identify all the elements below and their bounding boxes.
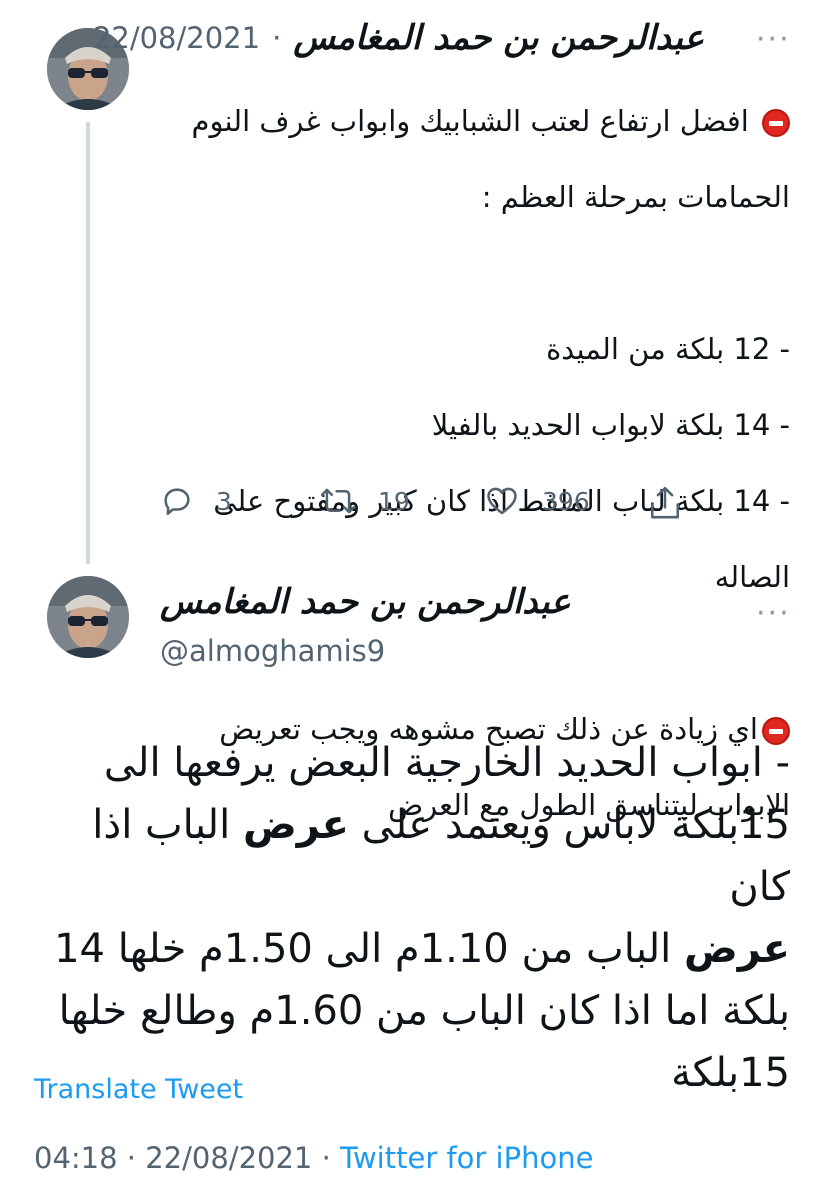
share-icon — [650, 486, 680, 519]
main-tweet-body: - ابواب الحديد الخارجية البعض يرفعها الى… — [30, 732, 790, 1104]
main-text-3-bold: عرض — [683, 926, 790, 972]
more-horizontal-icon: ··· — [756, 22, 791, 57]
avatar-photo — [47, 576, 129, 658]
like-count: 396 — [542, 486, 590, 516]
reply-icon — [164, 488, 190, 516]
thread-tweet-date[interactable]: 22/08/2021 — [93, 21, 260, 55]
retweet-button[interactable]: 19 — [320, 484, 410, 518]
main-text-3: الباب من 1.10م الى 1.50م خلها 14 — [54, 926, 684, 972]
retweet-icon — [320, 488, 356, 514]
thread-line-2: الحمامات بمرحلة العظم : — [481, 180, 790, 214]
header-separator: · — [272, 21, 282, 55]
thread-line-4: - 14 بلكة لابواب الحديد بالفيلا — [431, 408, 790, 442]
thread-line-1: افضل ارتفاع لعتب الشبابيك وابواب غرف الن… — [150, 102, 790, 140]
footer-separator: · — [312, 1141, 341, 1175]
thread-line-3: - 12 بلكة من الميدة — [546, 332, 790, 366]
tweet-source-link[interactable]: Twitter for iPhone — [340, 1141, 593, 1175]
main-line-4: بلكة اما اذا كان الباب من 1.60م وطالع خل… — [58, 988, 790, 1034]
main-line-3: عرض الباب من 1.10م الى 1.50م خلها 14 — [30, 918, 790, 980]
main-line-1: - ابواب الحديد الخارجية البعض يرفعها الى — [103, 740, 790, 786]
main-text-2a: 15بلكة لاباس ويعتمد على — [348, 802, 790, 848]
tweet-time[interactable]: 04:18 — [34, 1141, 118, 1175]
tweet-footer: 04:18 · 22/08/2021 · Twitter for iPhone — [34, 1141, 593, 1175]
thread-more-button[interactable]: ··· — [756, 25, 791, 55]
like-button[interactable]: 396 — [484, 484, 590, 518]
main-line-2: 15بلكة لاباس ويعتمد على عرض الباب اذا كا… — [30, 794, 790, 918]
thread-text-1: افضل ارتفاع لعتب الشبابيك وابواب غرف الن… — [191, 104, 749, 138]
translate-tweet-link[interactable]: Translate Tweet — [34, 1074, 243, 1105]
main-text-2-bold: عرض — [242, 802, 349, 848]
heart-icon — [487, 487, 517, 515]
share-button[interactable] — [648, 484, 704, 522]
main-display-name[interactable]: عبدالرحمن بن حمد المغامس — [160, 582, 571, 622]
thread-display-name[interactable]: عبدالرحمن بن حمد المغامس — [293, 18, 704, 58]
retweet-count: 19 — [378, 486, 410, 516]
no-entry-icon — [762, 109, 790, 137]
main-avatar[interactable] — [47, 576, 129, 658]
more-horizontal-icon: ··· — [756, 596, 791, 631]
tweet-date[interactable]: 22/08/2021 — [145, 1141, 312, 1175]
thread-connector-line — [86, 122, 90, 564]
main-handle[interactable]: @almoghamis9 — [160, 634, 385, 668]
footer-separator: · — [117, 1141, 146, 1175]
reply-button[interactable]: 3 — [160, 484, 232, 518]
thread-tweet-header: عبدالرحمن بن حمد المغامس · 22/08/2021 — [93, 18, 704, 58]
main-more-button[interactable]: ··· — [756, 599, 791, 629]
reply-count: 3 — [216, 486, 232, 516]
